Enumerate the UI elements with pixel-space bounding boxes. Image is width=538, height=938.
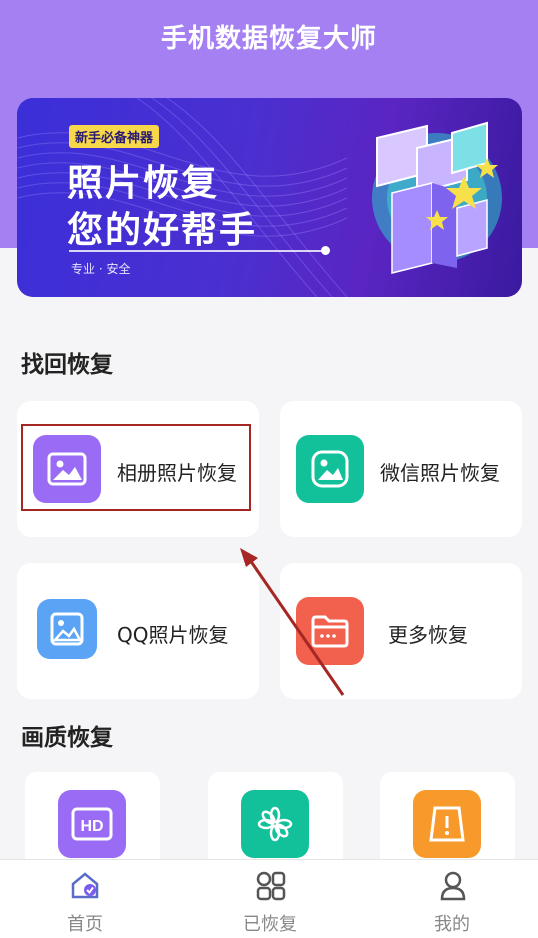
app-title: 手机数据恢复大师 bbox=[160, 24, 377, 54]
tab-label: 已恢复 bbox=[243, 914, 297, 935]
tab-label: 首页 bbox=[67, 914, 103, 935]
card-label: 微信照片恢复 bbox=[380, 461, 500, 485]
tab-recovered[interactable]: 已恢复 bbox=[210, 860, 330, 938]
highlight-box bbox=[21, 424, 251, 511]
hd-icon: HD bbox=[58, 790, 126, 858]
hd-restore-card[interactable]: HD bbox=[25, 772, 160, 872]
more-recovery-card[interactable]: 更多恢复 bbox=[280, 563, 522, 699]
flower-icon bbox=[241, 790, 309, 858]
banner-headline-1: 照片恢复 bbox=[67, 163, 220, 204]
banner-dot bbox=[321, 246, 330, 255]
banner-subtitle: 专业 · 安全 bbox=[71, 262, 131, 276]
banner-tag: 新手必备神器 bbox=[69, 125, 160, 148]
wechat-photo-recovery-card[interactable]: 微信照片恢复 bbox=[280, 401, 522, 537]
banner-headline-2: 您的好帮手 bbox=[67, 210, 258, 251]
image-icon bbox=[37, 599, 97, 659]
bottom-tab-bar: 首页 已恢复 我的 bbox=[0, 859, 538, 938]
home-icon bbox=[71, 872, 99, 899]
grid-icon bbox=[256, 871, 286, 901]
folder-icon bbox=[296, 597, 364, 665]
promo-banner[interactable]: 新手必备神器 照片恢复 您的好帮手 专业 · 安全 bbox=[17, 98, 522, 297]
banner-divider bbox=[69, 250, 327, 252]
color-restore-card[interactable] bbox=[208, 772, 343, 872]
tab-label: 我的 bbox=[434, 914, 470, 935]
tab-mine[interactable]: 我的 bbox=[392, 860, 512, 938]
section-title-recover: 找回恢复 bbox=[21, 352, 113, 378]
card-label: 更多恢复 bbox=[388, 623, 468, 647]
qq-photo-recovery-card[interactable]: QQ照片恢复 bbox=[17, 563, 259, 699]
document-alert-icon bbox=[413, 790, 481, 858]
card-label: QQ照片恢复 bbox=[117, 623, 229, 647]
svg-text:HD: HD bbox=[80, 818, 103, 835]
image-icon bbox=[296, 435, 364, 503]
document-restore-card[interactable] bbox=[380, 772, 515, 872]
user-icon bbox=[440, 871, 466, 901]
section-title-quality: 画质恢复 bbox=[21, 725, 113, 751]
tab-home[interactable]: 首页 bbox=[25, 860, 145, 938]
